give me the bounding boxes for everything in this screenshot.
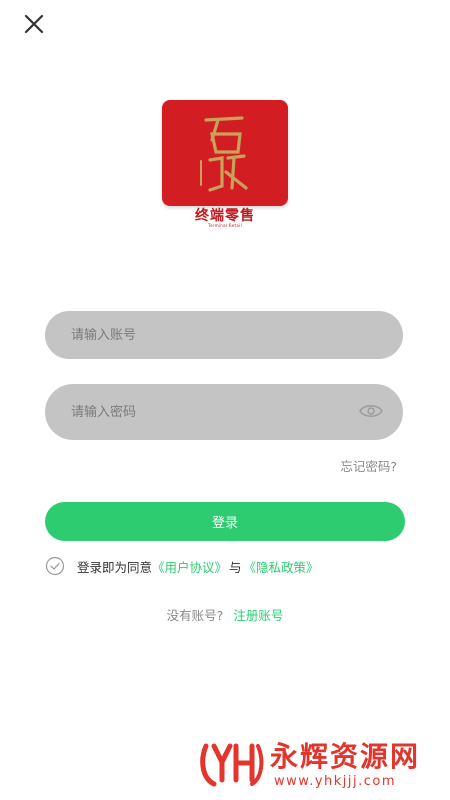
privacy-policy-link[interactable]: 《隐私政策》 — [244, 557, 319, 576]
eye-icon[interactable] — [359, 401, 383, 421]
agreement-and: 与 — [229, 559, 242, 575]
watermark-url: www.yhkjjj.com — [274, 774, 397, 789]
brand-name-en: Terminal Retail — [208, 223, 242, 228]
app-logo: 终端零售 Terminal Retail — [162, 100, 288, 228]
user-agreement-link[interactable]: 《用户协议》 — [152, 557, 227, 576]
brand-name-cn: 终端零售 — [195, 208, 255, 224]
agreement-prefix: 登录即为同意 — [77, 559, 153, 575]
password-input[interactable] — [45, 384, 403, 440]
close-icon[interactable] — [22, 12, 46, 36]
agreement-row: 登录即为同意 《用户协议》 与 《隐私政策》 — [45, 556, 319, 576]
brand-mark-icon — [200, 116, 248, 192]
watermark-title: 永辉资源网 — [270, 740, 421, 773]
register-link[interactable]: 注册账号 — [233, 608, 283, 623]
forgot-password-link[interactable]: 忘记密码? — [340, 456, 397, 475]
login-button[interactable]: 登录 — [45, 502, 405, 541]
no-account-text: 没有账号? — [166, 608, 224, 623]
watermark: 永辉资源网 www.yhkjjj.com — [200, 738, 450, 792]
register-row: 没有账号? 注册账号 — [0, 605, 450, 624]
agree-checkbox[interactable] — [45, 556, 65, 576]
watermark-logo-icon — [200, 743, 264, 787]
account-input[interactable] — [45, 311, 403, 359]
